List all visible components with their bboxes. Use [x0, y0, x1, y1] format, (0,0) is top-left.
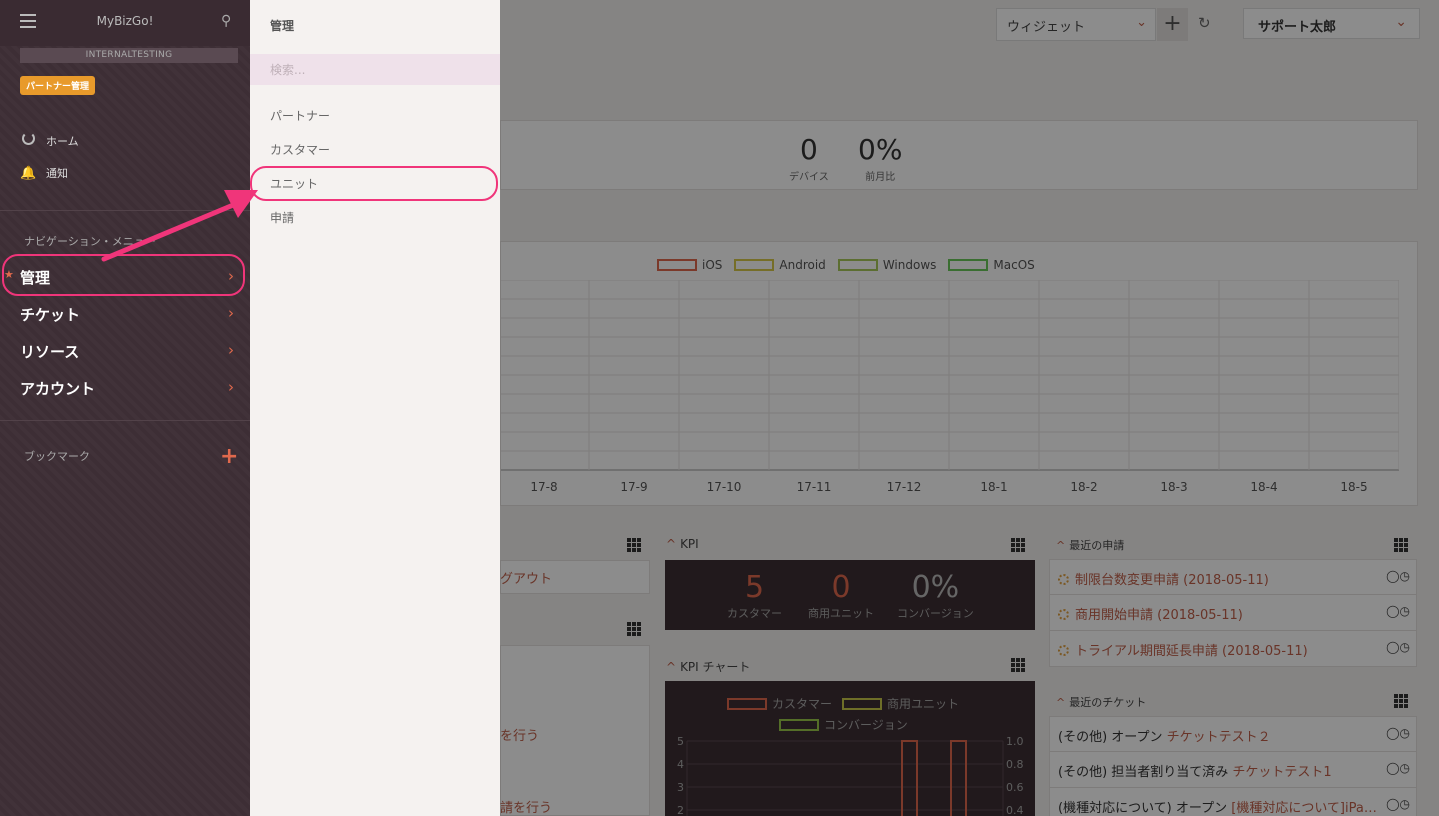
- add-bookmark-icon[interactable]: +: [220, 444, 238, 469]
- sidebar-item-label: チケット: [20, 306, 81, 324]
- sidebar-item-home[interactable]: ホーム: [20, 132, 79, 149]
- sidebar-item-tickets[interactable]: チケット ›: [20, 304, 238, 325]
- highlight-management: [2, 254, 245, 296]
- chevron-right-icon: ›: [228, 341, 234, 359]
- sidebar-item-label: リソース: [20, 343, 80, 361]
- sidebar-item-label: 通知: [46, 167, 68, 180]
- divider: [0, 420, 250, 421]
- highlight-unit: [250, 166, 498, 201]
- chevron-right-icon: ›: [228, 378, 234, 396]
- bookmark-section-title: ブックマーク: [24, 450, 90, 463]
- sidebar-item-label: ホーム: [46, 134, 79, 148]
- brand-name: MyBizGo!: [96, 14, 154, 28]
- sidebar-item-label: アカウント: [20, 380, 96, 398]
- tenant-name: INTERNALTESTING: [20, 48, 238, 63]
- submenu-search-input[interactable]: [250, 54, 500, 85]
- loading-ring-icon: [20, 132, 36, 149]
- chevron-right-icon: ›: [228, 304, 234, 322]
- sidebar: MyBizGo! ⚲ INTERNALTESTING パートナー管理 ホーム 🔔…: [0, 0, 250, 816]
- divider: [0, 210, 250, 211]
- submenu-item-customer[interactable]: カスタマー: [270, 141, 330, 158]
- bell-icon: 🔔: [20, 165, 37, 181]
- sidebar-item-resources[interactable]: リソース ›: [20, 341, 238, 362]
- submenu-item-partner[interactable]: パートナー: [270, 107, 330, 124]
- sidebar-item-account[interactable]: アカウント ›: [20, 378, 238, 399]
- sidebar-item-notifications[interactable]: 🔔 通知: [20, 165, 68, 181]
- submenu-title: 管理: [270, 19, 295, 33]
- role-badge: パートナー管理: [20, 76, 96, 95]
- management-submenu: 管理 パートナー カスタマー ユニット 申請: [250, 0, 500, 816]
- nav-section-title: ナビゲーション・メニュー: [24, 235, 156, 248]
- pin-icon[interactable]: ⚲: [221, 13, 231, 29]
- submenu-item-request[interactable]: 申請: [270, 209, 294, 226]
